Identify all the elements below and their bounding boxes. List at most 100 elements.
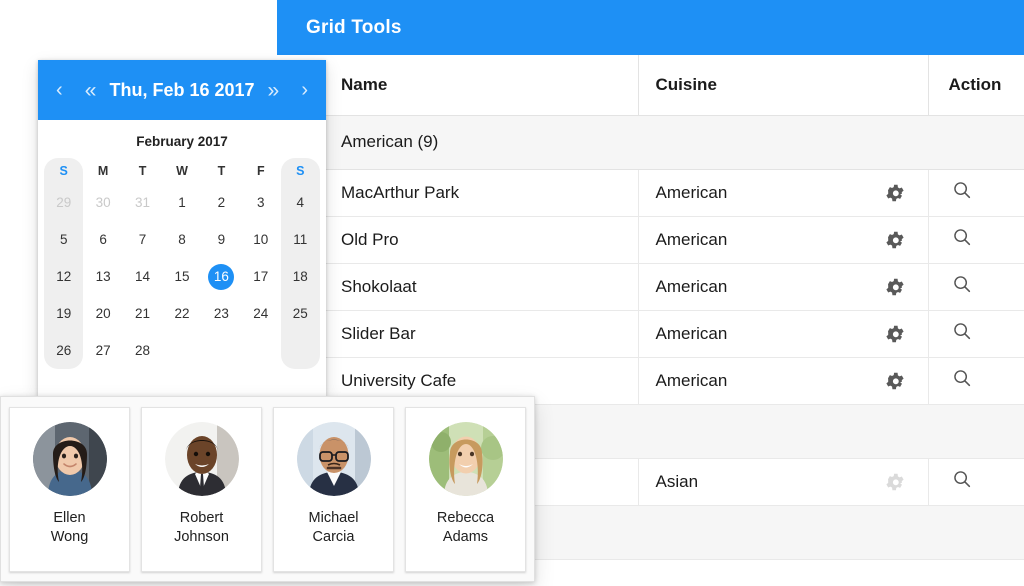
calendar-day[interactable]: 10 [241,221,280,258]
cell-cuisine: American [656,371,728,390]
person-name: Robert Johnson [174,509,229,546]
gear-icon[interactable] [884,182,906,204]
person-last-name: Wong [51,529,89,545]
column-header-action[interactable]: Action [928,55,1024,115]
calendar-day[interactable]: 13 [83,258,122,295]
avatar-michael-carcia [297,422,371,496]
cell-action [928,263,1024,310]
column-header-cuisine[interactable]: Cuisine [638,55,928,115]
avatar-ellen-wong [33,422,107,496]
person-name: Ellen Wong [51,509,89,546]
calendar-day[interactable]: 23 [202,295,241,332]
person-card[interactable]: Ellen Wong [9,407,130,572]
weekday-thu: T [202,158,241,184]
calendar-day[interactable]: 7 [123,221,162,258]
calendar-day [162,332,201,369]
calendar-day[interactable]: 31 [123,184,162,221]
calendar-day[interactable]: 15 [162,258,201,295]
calendar-day[interactable]: 29 [44,184,83,221]
calendar-day[interactable]: 2 [202,184,241,221]
gear-icon[interactable] [884,323,906,345]
avatar-robert-johnson [165,422,239,496]
column-header-name[interactable]: Name [277,55,638,115]
cell-cuisine: American [656,324,728,343]
calendar-day[interactable]: 22 [162,295,201,332]
calendar-day[interactable]: 17 [241,258,280,295]
person-name: Michael Carcia [309,509,359,546]
person-name: Rebecca Adams [437,509,494,546]
gear-icon[interactable] [884,276,906,298]
calendar-day[interactable]: 6 [83,221,122,258]
next-month-button[interactable]: » [268,80,280,101]
cell-action [928,310,1024,357]
calendar-day[interactable]: 8 [162,221,201,258]
cell-cuisine: American [656,277,728,296]
calendar-day[interactable]: 21 [123,295,162,332]
weekday-sun: S [44,158,83,184]
search-icon[interactable] [951,226,973,248]
calendar-day[interactable]: 9 [202,221,241,258]
cell-action [928,169,1024,216]
calendar-day[interactable]: 28 [123,332,162,369]
calendar-day[interactable]: 5 [44,221,83,258]
calendar-day[interactable]: 19 [44,295,83,332]
prev-day-button[interactable]: ‹ [56,80,63,100]
cell-name: Shokolaat [277,263,638,310]
date-picker-panel: ‹ « Thu, Feb 16 2017 » › February 2017 S… [38,60,326,396]
cell-cuisine: American [656,230,728,249]
calendar-week-row: 26 27 28 [44,332,320,369]
calendar-day[interactable]: 20 [83,295,122,332]
search-icon[interactable] [951,273,973,295]
weekday-tue: T [123,158,162,184]
date-picker-header-middle: « Thu, Feb 16 2017 » [85,80,279,101]
calendar-day-selected[interactable]: 16 [202,258,241,295]
search-icon[interactable] [951,367,973,389]
screenshot-root: Grid Tools Name Cuisine Action American … [0,0,1024,586]
person-first-name: Ellen [53,510,85,526]
cell-cuisine-wrap: American [638,310,928,357]
person-card[interactable]: Rebecca Adams [405,407,526,572]
search-icon[interactable] [951,179,973,201]
table-row[interactable]: Slider Bar American [277,310,1024,357]
group-row-american[interactable]: American (9) [277,115,1024,169]
calendar-day[interactable]: 25 [281,295,320,332]
gear-icon[interactable] [884,229,906,251]
cell-name: Old Pro [277,216,638,263]
person-card[interactable]: Michael Carcia [273,407,394,572]
calendar-weekday-row: S M T W T F S [44,158,320,184]
cell-cuisine: Asian [656,472,699,491]
cell-cuisine-wrap: American [638,216,928,263]
calendar-day[interactable]: 1 [162,184,201,221]
next-day-button[interactable]: › [301,80,308,100]
calendar-day[interactable]: 24 [241,295,280,332]
selected-date-label: Thu, Feb 16 2017 [109,80,254,101]
cell-cuisine-wrap: Asian [638,458,928,505]
table-row[interactable]: Old Pro American [277,216,1024,263]
calendar-day[interactable]: 14 [123,258,162,295]
calendar-day[interactable]: 3 [241,184,280,221]
table-row[interactable]: MacArthur Park American [277,169,1024,216]
cell-action [928,216,1024,263]
calendar-day[interactable]: 30 [83,184,122,221]
person-first-name: Rebecca [437,510,494,526]
calendar-day[interactable]: 11 [281,221,320,258]
person-last-name: Adams [443,529,488,545]
search-icon[interactable] [951,468,973,490]
calendar-day[interactable]: 27 [83,332,122,369]
calendar-day[interactable]: 4 [281,184,320,221]
prev-month-button[interactable]: « [85,80,97,101]
gear-icon[interactable] [884,370,906,392]
calendar-day[interactable]: 12 [44,258,83,295]
table-row[interactable]: Shokolaat American [277,263,1024,310]
calendar-day[interactable]: 26 [44,332,83,369]
search-icon[interactable] [951,320,973,342]
cell-name: Slider Bar [277,310,638,357]
calendar-day [202,332,241,369]
calendar-day[interactable]: 18 [281,258,320,295]
gear-icon[interactable] [884,471,906,493]
person-card[interactable]: Robert Johnson [141,407,262,572]
avatar-rebecca-adams [429,422,503,496]
cell-action [928,357,1024,404]
cell-name: MacArthur Park [277,169,638,216]
calendar-day [281,332,320,369]
